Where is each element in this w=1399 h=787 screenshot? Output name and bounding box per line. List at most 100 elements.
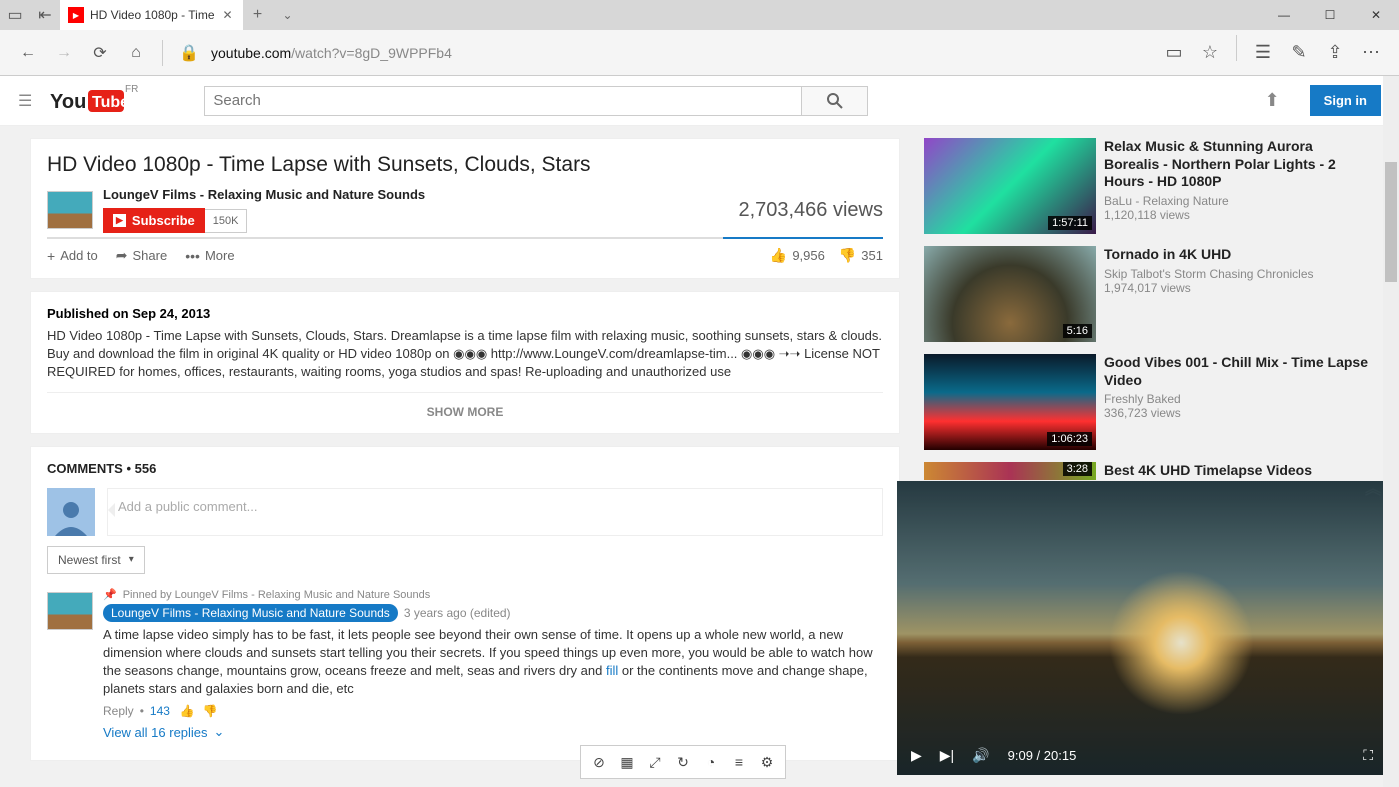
thumb-down-icon: 👎 — [839, 247, 856, 264]
duration-badge: 1:06:23 — [1047, 432, 1092, 446]
mini-player[interactable]: ︽ ▶ ▶| 🔊 9:09 / 20:15 ⛶ — [897, 481, 1387, 775]
duration-badge: 1:57:11 — [1048, 216, 1092, 230]
back-button[interactable]: ← — [10, 35, 46, 71]
recommendation-item[interactable]: 1:06:23 Good Vibes 001 - Chill Mix - Tim… — [924, 354, 1369, 450]
tabs-dropdown-icon[interactable]: ⌄ — [273, 8, 303, 22]
like-ratio-bar — [47, 237, 883, 239]
favorite-star-icon[interactable]: ☆ — [1192, 35, 1228, 71]
more-menu-icon[interactable]: ⋯ — [1353, 35, 1389, 71]
sliders-icon[interactable]: ≡ — [725, 750, 753, 774]
play-button[interactable]: ▶ — [911, 747, 922, 764]
reply-button[interactable]: Reply — [103, 704, 134, 718]
commenter-avatar[interactable] — [47, 592, 93, 630]
lock-icon[interactable]: 🔒 — [171, 35, 207, 71]
window-maximize-button[interactable]: ☐ — [1307, 0, 1353, 30]
comment-like-icon[interactable]: 👍 — [180, 704, 195, 718]
publish-date: Published on Sep 24, 2013 — [47, 306, 883, 321]
thumb-up-icon: 👍 — [770, 247, 787, 264]
reading-view-icon[interactable]: ▭ — [1156, 35, 1192, 71]
notes-icon[interactable]: ✎ — [1281, 35, 1317, 71]
next-button[interactable]: ▶| — [940, 747, 954, 764]
dislike-button[interactable]: 👎351 — [839, 247, 883, 264]
tab-close-icon[interactable]: ✕ — [223, 8, 233, 22]
share-button[interactable]: ➦Share — [116, 247, 167, 264]
duration-badge: 3:28 — [1063, 462, 1092, 476]
show-more-button[interactable]: SHOW MORE — [47, 392, 883, 419]
film-icon[interactable]: ▦ — [613, 750, 641, 774]
share-icon[interactable]: ⇪ — [1317, 35, 1353, 71]
pinned-label: 📌Pinned by LoungeV Films - Relaxing Musi… — [103, 588, 883, 601]
share-arrow-icon: ➦ — [116, 247, 128, 264]
scrollbar-thumb[interactable] — [1385, 162, 1397, 282]
search-bar — [204, 86, 868, 116]
subscribe-button[interactable]: Subscribe — [103, 208, 205, 233]
rec-views: 1,974,017 views — [1104, 281, 1314, 295]
upload-icon[interactable]: ⬆ — [1265, 90, 1280, 111]
pin-icon: 📌 — [103, 589, 117, 601]
channel-avatar[interactable] — [47, 191, 93, 229]
reading-list-icon[interactable]: ☰ — [1245, 35, 1281, 71]
separator — [1236, 35, 1237, 61]
svg-text:You: You — [50, 91, 86, 113]
loop-icon[interactable]: ↻ — [669, 750, 697, 774]
duration-badge: 5:16 — [1063, 324, 1092, 338]
comment-time: 3 years ago (edited) — [404, 606, 511, 620]
add-to-button[interactable]: +Add to — [47, 248, 98, 264]
signin-button[interactable]: Sign in — [1310, 85, 1381, 116]
rec-views: 336,723 views — [1104, 406, 1369, 420]
separator — [162, 40, 163, 66]
comment-text: A time lapse video simply has to be fast… — [103, 626, 883, 699]
youtube-favicon-icon: ▶ — [68, 7, 84, 23]
search-input[interactable] — [205, 87, 801, 115]
rec-title: Good Vibes 001 - Chill Mix - Time Lapse … — [1104, 354, 1369, 389]
set-aside-icon[interactable]: ⇤ — [30, 0, 60, 30]
block-icon[interactable]: ⊘ — [585, 750, 613, 774]
comment-dislike-icon[interactable]: 👎 — [203, 704, 218, 718]
more-actions-button[interactable]: •••More — [185, 248, 234, 264]
window-minimize-button[interactable]: — — [1261, 0, 1307, 30]
expand-icon[interactable]: ⤢ — [641, 750, 669, 774]
description-text: HD Video 1080p - Time Lapse with Sunsets… — [47, 327, 883, 382]
volume-icon[interactable]: 🔊 — [972, 747, 989, 764]
comment-sort-dropdown[interactable]: Newest first — [47, 546, 145, 574]
comment-input[interactable]: Add a public comment... — [107, 488, 883, 536]
like-button[interactable]: 👍9,956 — [770, 247, 825, 264]
tab-title: HD Video 1080p - Time — [90, 8, 215, 22]
new-tab-button[interactable]: + — [243, 6, 273, 24]
address-bar[interactable]: youtube.com/watch?v=8gD_9WPPFb4 — [207, 45, 1156, 61]
hamburger-menu-icon[interactable]: ☰ — [18, 91, 32, 111]
rec-channel: BaLu - Relaxing Nature — [1104, 194, 1369, 208]
comments-header: COMMENTS • 556 — [47, 461, 883, 476]
search-icon — [827, 93, 843, 109]
speed-icon[interactable]: ◔ — [697, 750, 725, 774]
rec-title: Relax Music & Stunning Aurora Borealis -… — [1104, 138, 1369, 191]
rec-channel: Skip Talbot's Storm Chasing Chronicles — [1104, 267, 1314, 281]
video-title: HD Video 1080p - Time Lapse with Sunsets… — [47, 153, 883, 177]
rec-title: Tornado in 4K UHD — [1104, 246, 1314, 264]
tabs-overview-icon[interactable]: ▭ — [0, 0, 30, 30]
youtube-logo[interactable]: YouTube FR — [50, 86, 124, 116]
rec-channel: Freshly Baked — [1104, 392, 1369, 406]
player-time: 9:09 / 20:15 — [1008, 748, 1077, 763]
recommendation-item[interactable]: 5:16 Tornado in 4K UHD Skip Talbot's Stor… — [924, 246, 1369, 342]
browser-tab-active[interactable]: ▶ HD Video 1080p - Time ✕ — [60, 0, 243, 30]
comment-author-badge[interactable]: LoungeV Films - Relaxing Music and Natur… — [103, 604, 398, 622]
recommendation-item[interactable]: 3:28 Best 4K UHD Timelapse Videos — [924, 462, 1369, 480]
page-scrollbar[interactable] — [1383, 76, 1399, 787]
recommendation-item[interactable]: 1:57:11 Relax Music & Stunning Aurora Bo… — [924, 138, 1369, 234]
refresh-button[interactable]: ⟳ — [82, 35, 118, 71]
region-label: FR — [125, 84, 138, 95]
extension-toolbar: ⊘ ▦ ⤢ ↻ ◔ ≡ ⚙ — [580, 745, 786, 779]
channel-name[interactable]: LoungeV Films - Relaxing Music and Natur… — [103, 187, 425, 202]
view-replies-button[interactable]: View all 16 replies — [103, 724, 883, 740]
home-button[interactable]: ⌂ — [118, 35, 154, 71]
dots-icon: ••• — [185, 248, 200, 264]
subscriber-count: 150K — [205, 209, 248, 233]
window-close-button[interactable]: ✕ — [1353, 0, 1399, 30]
forward-button: → — [46, 35, 82, 71]
search-button[interactable] — [801, 87, 867, 115]
fullscreen-button[interactable]: ⛶ — [1363, 747, 1373, 764]
reply-count: 143 — [150, 704, 170, 718]
rec-views: 1,120,118 views — [1104, 208, 1369, 222]
gear-icon[interactable]: ⚙ — [753, 750, 781, 774]
